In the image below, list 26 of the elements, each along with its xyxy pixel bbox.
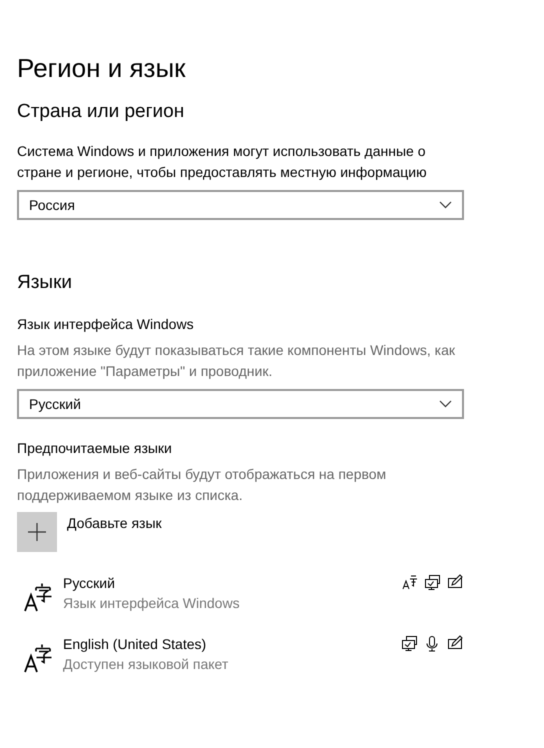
language-icon [22, 582, 52, 612]
add-language-link[interactable]: Добавьте язык [67, 513, 162, 533]
pen-icon [447, 635, 464, 652]
language-name: English (United States) [63, 635, 208, 654]
description-text: Приложения и веб-сайты будут отображаться на первом поддерживаемом языке из списка. [17, 465, 388, 505]
setting-label: Язык интерфейса Windows [17, 315, 195, 334]
chevron-down-icon [439, 400, 452, 408]
chevron-down-icon [439, 201, 452, 209]
language-icon [22, 643, 52, 673]
plus-icon [28, 523, 46, 541]
setting-label: Предпочитаемые языки [17, 439, 173, 458]
description-text: Система Windows и приложения могут использовать данные о стране и регионе, чтобы предоставлять местную информацию [17, 142, 428, 182]
language-status: Доступен языковой пакет [63, 655, 230, 674]
language-status: Язык интерфейса Windows [63, 594, 241, 613]
add-language-button[interactable] [17, 512, 57, 552]
section-heading: Языки [17, 271, 74, 295]
monitor-icon [424, 574, 441, 591]
monitor-icon [401, 635, 418, 652]
pen-icon [447, 574, 464, 591]
section-heading: Страна или регион [17, 100, 186, 124]
page-title: Регион и язык [17, 52, 187, 84]
dropdown[interactable]: Русский [17, 389, 464, 419]
language-name: Русский [63, 574, 116, 593]
language-pack-icon [401, 574, 418, 591]
dropdown[interactable]: Россия [17, 190, 464, 220]
description-text: На этом языке будут показываться такие компоненты Windows, как приложение "Параметры" и проводник. [17, 341, 456, 381]
